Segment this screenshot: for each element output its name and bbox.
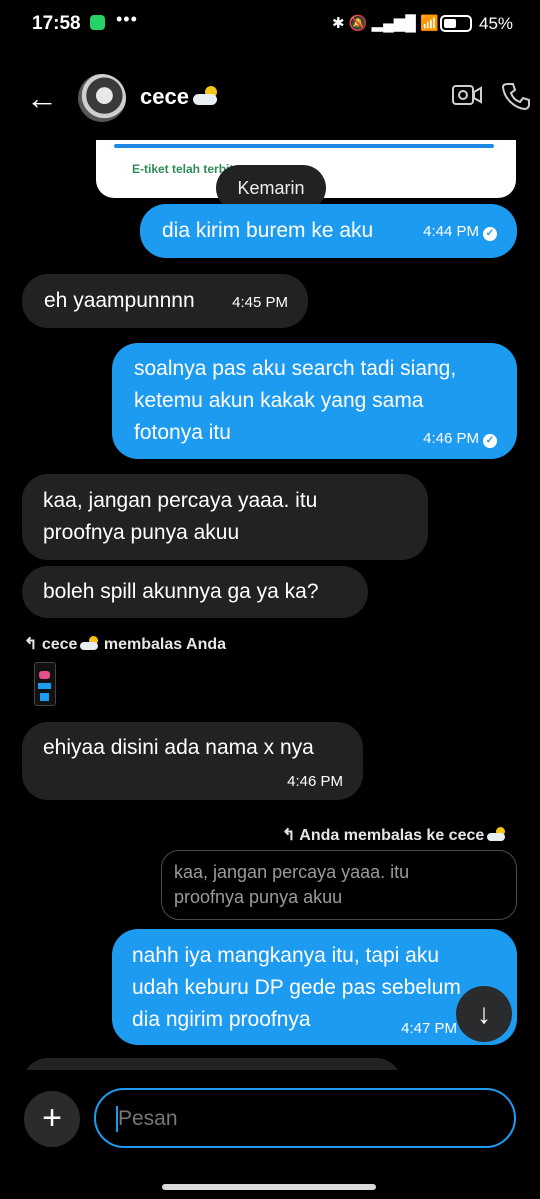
add-attachment-button[interactable]: + [24,1091,80,1147]
message-time: 4:46 PM [287,773,343,790]
video-call-icon[interactable] [452,82,482,115]
gesture-navigation-bar[interactable] [162,1184,376,1190]
plus-icon: + [42,1099,62,1137]
message-incoming[interactable]: kaa, jangan percaya yaaa. itu proofnya p… [22,474,428,560]
sun-cloud-emoji-icon [486,827,506,842]
message-text-line: soalnya pas aku search tadi siang, [134,357,457,380]
reply-arrow-icon: ↰ [24,636,38,653]
scroll-down-button[interactable]: ↓ [456,986,512,1042]
message-text: eh yaampunnnn [44,289,195,312]
avatar[interactable] [78,74,126,122]
message-incoming[interactable]: boleh spill akunnya ga ya ka? [22,566,368,618]
message-input[interactable] [116,1104,500,1134]
contact-name-text: cece [140,84,189,109]
message-time: 4:46 PM [423,430,479,447]
preview-text: E-tiket telah terbit [132,162,234,176]
message-text: ehiyaa disini ada nama x nya [43,736,314,759]
message-outgoing[interactable]: soalnya pas aku search tadi siang, ketem… [112,343,517,459]
message-outgoing[interactable]: nahh iya mangkanya itu, tapi aku udah ke… [112,929,517,1045]
status-time: 17:58 [32,13,81,34]
quoted-text-line: kaa, jangan percaya yaaa. itu [174,862,410,882]
contact-name[interactable]: cece [140,84,219,110]
sun-cloud-emoji-icon [191,86,219,106]
status-bar: 17:58 ••• ✱ 🔕 ▂▄▆█ 📶 45% [0,0,540,48]
reply-label: Anda membalas ke cece [299,827,485,844]
battery-percent: 45% [479,14,514,33]
battery-icon [440,15,472,32]
quoted-message[interactable]: kaa, jangan percaya yaaa. itu proofnya p… [161,850,517,920]
message-time: 4:44 PM [423,223,479,240]
reply-header: ↰ cece membalas Anda [24,634,226,654]
message-incoming[interactable]: ehiyaa disini ada nama x nya 4:46 PM [22,722,363,800]
read-check-icon: ✓ [483,434,497,448]
reply-arrow-icon: ↰ [282,827,296,844]
image-thumbnail[interactable] [34,662,56,706]
message-text: boleh spill akunnya ga ya ka? [43,580,319,603]
message-incoming[interactable]: eh yaampunnnn 4:45 PM [22,274,308,328]
more-notifications-icon: ••• [116,9,138,29]
text-caret [116,1106,118,1132]
system-status-icons: ✱ 🔕 ▂▄▆█ 📶 [332,15,439,32]
message-time: 4:47 PM [401,1020,457,1037]
quoted-text-line: proofnya punya akuu [174,887,343,907]
message-text-line: udah keburu DP gede pas sebelum [132,976,461,999]
message-text-line: ketemu akun kakak yang sama [134,389,424,412]
message-text-line: kaa, jangan percaya yaaa. itu [43,489,318,512]
sun-cloud-emoji-icon [79,636,99,651]
arrow-down-icon: ↓ [477,998,491,1029]
reply-header: ↰ Anda membalas ke cece [282,825,506,845]
read-check-icon: ✓ [483,227,497,241]
message-text-line: nahh iya mangkanya itu, tapi aku [132,944,440,967]
back-arrow-icon[interactable]: ← [26,82,58,114]
whatsapp-notification-icon [90,15,105,30]
reply-sender: cece [41,636,78,653]
message-outgoing[interactable]: dia kirim burem ke aku 4:44 PM ✓ [140,204,517,258]
message-time: 4:45 PM [232,294,288,311]
message-text: dia kirim burem ke aku [162,219,374,242]
message-text-line: proofnya punya akuu [43,521,240,544]
reply-label: membalas Anda [103,636,227,653]
phone-call-icon[interactable] [501,82,530,117]
message-input-container[interactable] [94,1088,516,1148]
